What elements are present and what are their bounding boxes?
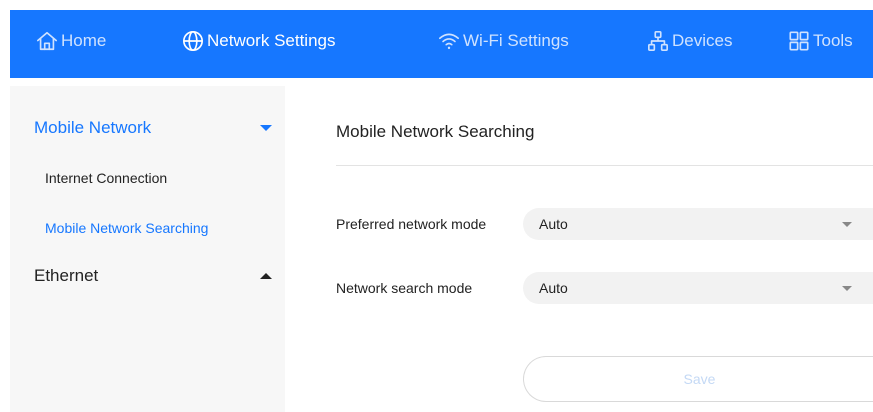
- chevron-down-icon: [842, 222, 852, 227]
- nav-home[interactable]: Home: [36, 10, 106, 72]
- nav-network-settings[interactable]: Network Settings: [182, 10, 336, 72]
- device-network-icon: [648, 31, 668, 51]
- caret-down-icon: [260, 125, 272, 131]
- nav-tools-label: Tools: [813, 31, 853, 50]
- sidebar-group-label: Ethernet: [34, 266, 99, 285]
- sidebar: Mobile Network Internet Connection Mobil…: [10, 86, 285, 412]
- nav-tools[interactable]: Tools: [788, 10, 853, 72]
- title-divider: [336, 165, 873, 166]
- select-value: Auto: [539, 216, 568, 232]
- globe-icon: [183, 31, 203, 51]
- nav-network-settings-label: Network Settings: [207, 31, 336, 50]
- grid-icon: [789, 31, 809, 51]
- network-search-mode-select[interactable]: Auto: [523, 272, 873, 304]
- page-title: Mobile Network Searching: [336, 122, 535, 141]
- preferred-network-mode-select[interactable]: Auto: [523, 208, 873, 240]
- home-icon: [37, 31, 57, 51]
- select-value: Auto: [539, 280, 568, 296]
- nav-devices[interactable]: Devices: [647, 10, 732, 72]
- nav-wifi-settings[interactable]: Wi-Fi Settings: [438, 10, 569, 72]
- network-search-mode-label: Network search mode: [336, 280, 473, 296]
- sidebar-item-internet-connection[interactable]: Internet Connection: [45, 170, 167, 186]
- wifi-icon: [439, 33, 459, 50]
- save-button[interactable]: Save: [523, 356, 873, 402]
- chevron-down-icon: [842, 286, 852, 291]
- nav-home-label: Home: [61, 31, 107, 50]
- preferred-network-mode-label: Preferred network mode: [336, 216, 487, 232]
- sidebar-item-mobile-network-searching[interactable]: Mobile Network Searching: [45, 220, 208, 236]
- sidebar-group-label: Mobile Network: [34, 118, 152, 137]
- sidebar-group-ethernet[interactable]: Ethernet: [34, 266, 272, 286]
- nav-wifi-settings-label: Wi-Fi Settings: [463, 31, 569, 50]
- caret-up-icon: [260, 273, 272, 279]
- nav-devices-label: Devices: [672, 31, 733, 50]
- top-navigation-bar: Home Network Settings Wi-Fi Settings Dev…: [10, 10, 873, 78]
- sidebar-group-mobile-network[interactable]: Mobile Network: [34, 118, 272, 138]
